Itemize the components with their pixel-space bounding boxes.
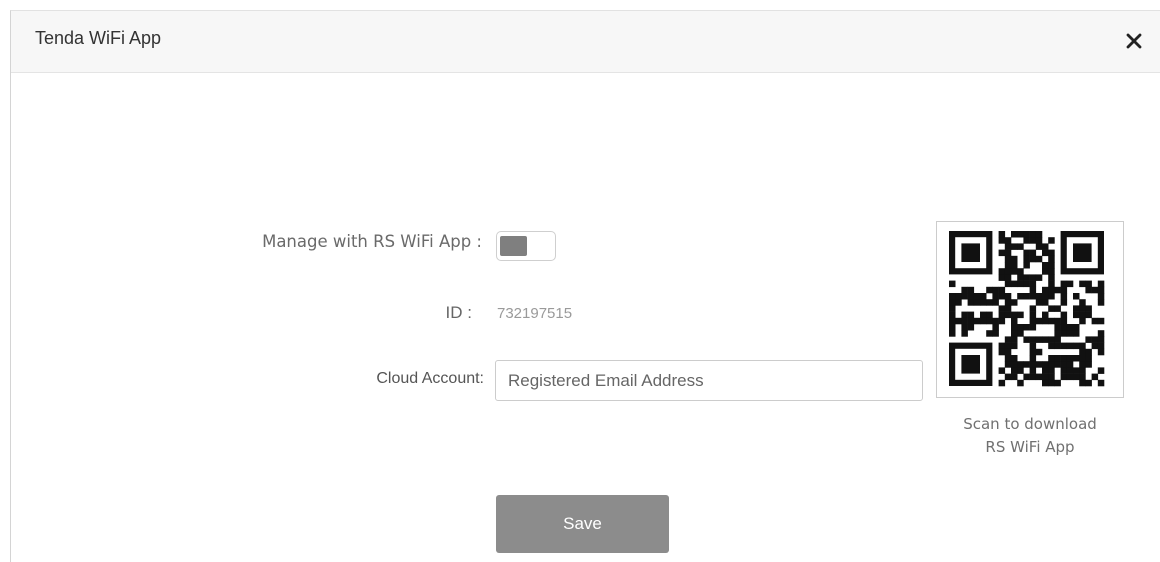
qr-caption-line-1: Scan to download	[963, 415, 1097, 433]
cloud-account-label: Cloud Account:	[376, 370, 484, 387]
qr-caption: Scan to download RS WiFi App	[934, 413, 1126, 459]
close-button[interactable]	[1118, 25, 1150, 57]
save-button[interactable]: Save	[496, 495, 669, 553]
close-icon	[1126, 33, 1142, 49]
manage-app-label: Manage with RS WiFi App :	[262, 232, 482, 251]
tenda-wifi-app-dialog: Tenda WiFi App Manage with RS WiFi App :…	[10, 10, 1160, 562]
id-label: ID :	[445, 303, 472, 322]
toggle-knob	[500, 236, 527, 256]
qr-code-image	[949, 231, 1105, 387]
cloud-account-input[interactable]	[495, 360, 923, 401]
dialog-header: Tenda WiFi App	[11, 11, 1160, 73]
manage-app-toggle[interactable]	[496, 231, 556, 261]
qr-caption-line-2: RS WiFi App	[985, 438, 1075, 456]
id-value: 732197515	[497, 305, 573, 322]
dialog-title: Tenda WiFi App	[35, 28, 162, 48]
qr-code-frame	[936, 221, 1124, 398]
